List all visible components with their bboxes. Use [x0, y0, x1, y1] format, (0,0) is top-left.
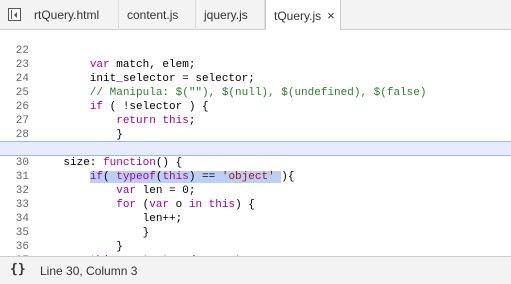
code-line: 24 // Manipula: $(""), $(null), $(undefi… — [0, 58, 511, 99]
toggle-sidebar-icon[interactable] — [8, 8, 21, 21]
tab-bar: rtQuery.html content.js jquery.js tQuery… — [0, 0, 511, 31]
status-bar: {} Line 30, Column 3 — [0, 256, 511, 284]
tab-label: tQuery.js — [274, 9, 322, 23]
code-line: 34 } — [0, 198, 511, 239]
pretty-print-icon[interactable]: {} — [10, 262, 26, 277]
tab-content-js[interactable]: content.js — [119, 0, 196, 30]
code-line: 28 }, — [0, 114, 511, 155]
code-line: 22 var match, elem; — [0, 30, 511, 71]
code-editor[interactable]: 22 var match, elem; 23 init_selector = s… — [0, 30, 511, 256]
tab-label: content.js — [127, 8, 179, 22]
code-line: 29 size: function() { — [0, 128, 511, 169]
tab-label: jquery.js — [204, 8, 248, 22]
cursor-position: Line 30, Column 3 — [40, 264, 138, 278]
code-line: 37 this.size = len; — [0, 240, 511, 256]
code-line: 33 len++; — [0, 184, 511, 225]
code-line: 32 for (var o in this) { — [0, 170, 511, 211]
code-line: 35 } — [0, 212, 511, 253]
tab-label: rtQuery.html — [34, 8, 100, 22]
code-line: 26 return this; — [0, 86, 511, 127]
code-line: 27 } — [0, 100, 511, 141]
tab-rtquery-html[interactable]: rtQuery.html — [26, 0, 119, 30]
close-icon[interactable]: × — [327, 0, 335, 31]
code-line: 23 init_selector = selector; — [0, 44, 511, 85]
tab-tquery-js[interactable]: tQuery.js × — [265, 0, 341, 31]
current-code-line: 30 if( typeof(this) == 'object' ){ — [0, 141, 511, 183]
code-line: 25 if ( !selector ) { — [0, 72, 511, 113]
code-line: 36 this.context = document; — [0, 226, 511, 256]
tab-jquery-js[interactable]: jquery.js — [196, 0, 265, 30]
code-line: 31 var len = 0; — [0, 156, 511, 197]
